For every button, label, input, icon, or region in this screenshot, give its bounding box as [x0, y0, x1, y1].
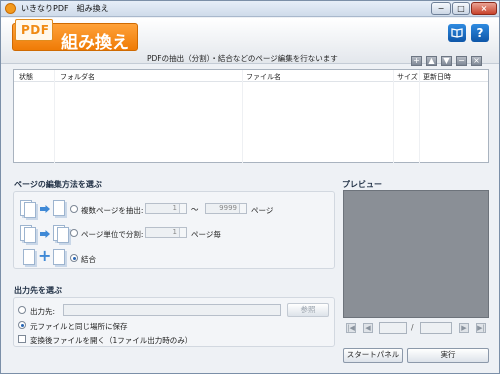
output-folder-label: 出力先:	[30, 307, 56, 316]
prev-page-button[interactable]: ◀	[363, 323, 373, 333]
add-file-button[interactable]: +	[411, 56, 422, 66]
column-modified[interactable]: 更新日時	[423, 72, 451, 82]
column-status[interactable]: 状態	[19, 72, 33, 82]
browse-button[interactable]: 参照	[287, 303, 329, 317]
remove-file-button[interactable]: −	[456, 56, 467, 66]
current-page-field[interactable]	[379, 322, 407, 334]
feature-badge: PDF 組み換え	[12, 19, 138, 53]
stepper-arrows-icon[interactable]	[179, 204, 186, 213]
same-folder-label: 元ファイルと同じ場所に保存	[30, 322, 128, 331]
next-page-button[interactable]: ▶	[459, 323, 469, 333]
split-pages-label: ページ単位で分割:	[81, 230, 144, 239]
help-icon[interactable]: ?	[471, 24, 489, 42]
maximize-button[interactable]: □	[452, 2, 470, 15]
column-divider	[393, 70, 394, 163]
run-button[interactable]: 実行	[407, 348, 489, 363]
window-title: いきなりPDF 組み換え	[21, 4, 109, 13]
open-after-checkbox[interactable]	[18, 335, 26, 343]
column-folder[interactable]: フォルダ名	[60, 72, 95, 82]
start-panel-button[interactable]: スタートパネル	[343, 348, 403, 363]
minimize-button[interactable]: −	[431, 2, 451, 15]
clear-list-button[interactable]: ×	[471, 56, 482, 66]
preview-pane	[343, 190, 489, 318]
page-separator: /	[411, 323, 414, 332]
file-list-header: 状態 フォルダ名 ファイル名 サイズ 更新日時	[14, 70, 488, 82]
output-heading: 出力先を選ぶ	[14, 286, 62, 295]
move-down-button[interactable]: ▼	[441, 56, 452, 66]
split-unit-label: ページ毎	[191, 230, 221, 239]
output-path-field[interactable]	[63, 304, 281, 316]
app-logo-icon	[5, 3, 16, 14]
first-page-button[interactable]: |◀	[346, 323, 356, 333]
move-up-button[interactable]: ▲	[426, 56, 437, 66]
column-divider	[419, 70, 420, 163]
stepper-arrows-icon[interactable]	[239, 204, 246, 213]
extract-to-stepper[interactable]: 9999	[205, 203, 247, 214]
close-button[interactable]: ×	[471, 2, 497, 15]
split-pages-radio[interactable]	[70, 229, 78, 237]
range-tilde: 〜	[191, 205, 199, 214]
total-pages-field	[420, 322, 452, 334]
column-size[interactable]: サイズ	[397, 72, 418, 82]
split-unit-stepper[interactable]: 1	[145, 227, 187, 238]
open-after-label: 変換後ファイルを開く（1ファイル出力時のみ）	[30, 336, 193, 345]
file-list[interactable]: 状態 フォルダ名 ファイル名 サイズ 更新日時	[13, 69, 489, 163]
stepper-arrows-icon[interactable]	[179, 228, 186, 237]
page-subtitle: PDFの抽出（分割）・結合などのページ編集を行ないます	[147, 54, 338, 63]
column-divider	[242, 70, 243, 163]
single-page-icon	[53, 200, 65, 216]
extract-pages-label: 複数ページを抽出:	[81, 206, 144, 215]
merge-radio[interactable]	[70, 254, 78, 262]
merge-label: 結合	[81, 255, 96, 264]
column-divider	[54, 70, 55, 163]
pages-stack-icon	[24, 227, 36, 243]
title-bar: いきなりPDF 組み換え − □ ×	[1, 1, 499, 17]
extract-to-value: 9999	[219, 204, 237, 212]
extract-unit-label: ページ	[251, 206, 274, 215]
pdf-label: PDF	[21, 23, 50, 37]
edit-method-heading: ページの編集方法を選ぶ	[14, 180, 102, 189]
single-page-icon	[23, 249, 35, 265]
plus-icon: +	[38, 246, 52, 265]
pages-stack-icon	[24, 202, 36, 218]
last-page-button[interactable]: ▶|	[476, 323, 486, 333]
same-folder-radio[interactable]	[18, 321, 26, 329]
extract-from-value: 1	[172, 204, 177, 212]
split-unit-value: 1	[172, 228, 177, 236]
book-icon[interactable]	[448, 24, 466, 42]
page-title: 組み換え	[61, 33, 129, 53]
single-page-icon	[53, 249, 65, 265]
app-window: いきなりPDF 組み換え − □ × PDF 組み換え PDFの抽出（分割）・結…	[0, 0, 500, 374]
single-page-icon	[57, 227, 69, 243]
output-folder-radio[interactable]	[18, 306, 26, 314]
extract-from-stepper[interactable]: 1	[145, 203, 187, 214]
pdf-document-icon: PDF	[15, 19, 53, 41]
preview-heading: プレビュー	[342, 180, 382, 189]
extract-pages-radio[interactable]	[70, 205, 78, 213]
column-filename[interactable]: ファイル名	[246, 72, 281, 82]
